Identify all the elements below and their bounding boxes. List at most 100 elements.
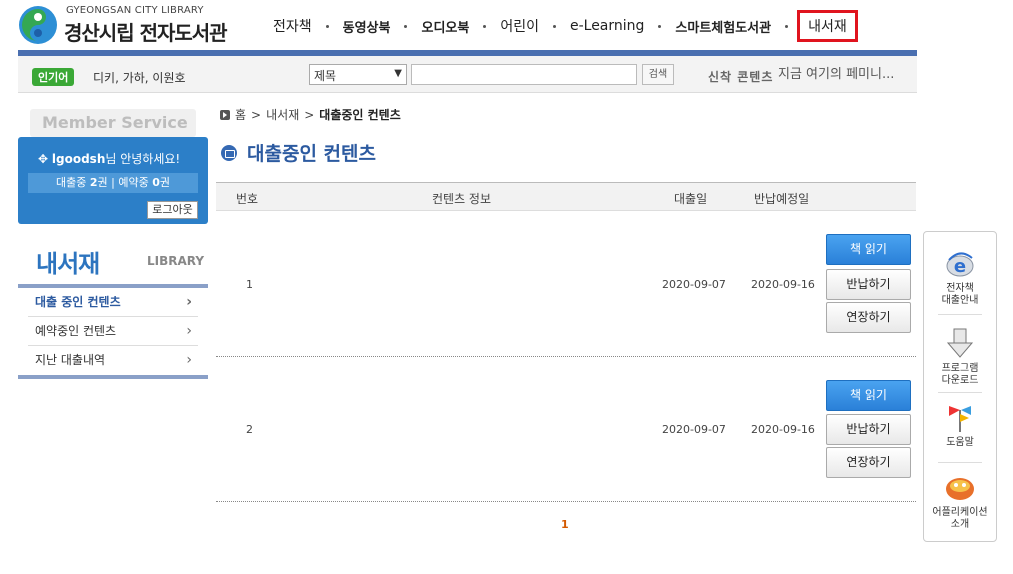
user-id: lgoodsh <box>51 152 106 166</box>
menu-label: 예약중인 컨텐츠 <box>35 324 117 338</box>
menu-label: 지난 대출내역 <box>35 353 106 367</box>
extend-button[interactable]: 연장하기 <box>826 447 911 478</box>
read-book-button[interactable]: 책 읽기 <box>826 380 911 411</box>
quick-program-download[interactable]: 프로그램 다운로드 <box>924 326 996 387</box>
nav-separator <box>483 24 487 28</box>
nav-video-book[interactable]: 동영상북 <box>332 17 402 36</box>
quick-divider <box>938 314 982 315</box>
book-icon <box>221 144 237 161</box>
library-subtitle: LIBRARY <box>147 254 205 268</box>
help-icon <box>949 406 971 432</box>
quick-label: 소개 <box>950 519 970 530</box>
row-loan-date: 2020-09-07 <box>662 423 726 436</box>
menu-loan-history[interactable]: 지난 대출내역 › <box>28 346 198 375</box>
read-book-button[interactable]: 책 읽기 <box>826 234 911 265</box>
member-service-title: Member Service <box>42 113 188 132</box>
row-due-date: 2020-09-16 <box>751 423 815 436</box>
search-type-value: 제목 <box>314 69 337 83</box>
loan-unit: 권 <box>97 176 108 189</box>
nav-audio-book[interactable]: 오디오북 <box>410 17 480 36</box>
breadcrumb-separator: > <box>304 107 315 122</box>
page-title-text: 대출중인 컨텐츠 <box>247 143 376 165</box>
table-header: 번호 컨텐츠 정보 대출일 반납예정일 <box>216 182 916 211</box>
greeting-text: 님 안녕하세요! <box>105 152 181 166</box>
download-icon <box>946 328 974 358</box>
reserve-label: 예약중 <box>118 176 149 189</box>
main-nav: 전자책 동영상북 오디오북 어린이 e-Learning 스마트체험도서관 내서… <box>262 8 858 44</box>
col-content-info: 컨텐츠 정보 <box>432 192 492 206</box>
breadcrumb-current: 대출중인 컨텐츠 <box>319 108 401 122</box>
search-type-select[interactable]: 제목 ▼ <box>309 64 407 85</box>
quick-label: 어플리케이션 <box>932 507 988 518</box>
user-icon: ✥ <box>38 152 49 166</box>
nav-kids[interactable]: 어린이 <box>489 16 550 36</box>
ebook-guide-icon: e <box>946 252 974 277</box>
logo-korean: 경산시립 전자도서관 <box>64 21 228 45</box>
popular-keywords[interactable]: 디키, 가하, 이원호 <box>93 69 186 86</box>
breadcrumb: 홈 > 내서재 > 대출중인 컨텐츠 <box>220 106 401 123</box>
logout-button[interactable]: 로그아웃 <box>147 201 198 219</box>
menu-current-loans[interactable]: 대출 중인 컨텐츠 › <box>28 288 198 317</box>
quick-divider <box>938 462 982 463</box>
search-input[interactable] <box>411 64 637 85</box>
new-arrival-title[interactable]: 지금 여기의 페미니... <box>778 63 894 82</box>
nav-elearning[interactable]: e-Learning <box>559 18 655 34</box>
library-menu: 대출 중인 컨텐츠 › 예약중인 컨텐츠 › 지난 대출내역 › <box>18 284 208 379</box>
nav-my-library[interactable]: 내서재 <box>797 10 858 42</box>
nav-ebook[interactable]: 전자책 <box>262 16 323 36</box>
chevron-right-icon: › <box>186 352 192 368</box>
quick-label: 프로그램 <box>941 363 979 374</box>
popular-badge: 인기어 <box>32 68 75 86</box>
quick-label: 전자책 <box>946 283 974 294</box>
search-button[interactable]: 검색 <box>642 64 674 85</box>
app-icon <box>946 478 974 500</box>
library-title: 내서재 <box>36 250 100 278</box>
new-arrivals-label: 신착 콘텐츠 <box>708 70 774 84</box>
chevron-right-icon: › <box>186 323 192 339</box>
page-title: 대출중인 컨텐츠 <box>221 139 376 166</box>
quick-help[interactable]: 도움말 <box>924 400 996 449</box>
quick-divider <box>938 392 982 393</box>
col-due-date: 반납예정일 <box>754 192 810 206</box>
row-number: 1 <box>246 278 253 291</box>
chevron-right-icon: › <box>186 294 192 310</box>
nav-smart-library[interactable]: 스마트체험도서관 <box>664 17 782 36</box>
reserve-count: 0 <box>152 176 160 189</box>
pagination-page[interactable]: 1 <box>561 518 569 531</box>
nav-separator <box>404 24 408 28</box>
breadcrumb-home[interactable]: 홈 <box>235 106 246 123</box>
nav-separator <box>785 24 789 28</box>
nav-separator <box>325 24 329 28</box>
row-loan-date: 2020-09-07 <box>662 278 726 291</box>
svg-text:e: e <box>954 256 966 277</box>
stat-divider: | <box>111 176 115 189</box>
breadcrumb-separator: > <box>251 107 262 122</box>
col-loan-date: 대출일 <box>674 192 708 206</box>
loan-status: 대출중 2권 | 예약중 0권 <box>28 173 198 193</box>
member-panel: ✥ lgoodsh님 안녕하세요! 대출중 2권 | 예약중 0권 로그아웃 <box>18 137 208 224</box>
nav-separator <box>658 24 662 28</box>
loan-label: 대출중 <box>55 176 87 189</box>
search-bar: 인기어 디키, 가하, 이원호 제목 ▼ 검색 신착 콘텐츠 지금 여기의 페미… <box>18 56 917 93</box>
quick-label: 다운로드 <box>941 375 979 386</box>
quick-ebook-guide[interactable]: e 전자책 대출안내 <box>924 246 996 307</box>
chevron-down-icon: ▼ <box>394 68 402 79</box>
table-row: 1 2020-09-07 2020-09-16 책 읽기 반납하기 연장하기 <box>216 217 916 357</box>
quick-menu: e 전자책 대출안내 프로그램 다운로드 도움말 어플리케이션 소개 <box>923 231 997 542</box>
menu-label: 대출 중인 컨텐츠 <box>35 295 121 309</box>
breadcrumb-arrow-icon <box>220 109 230 120</box>
return-button[interactable]: 반납하기 <box>826 414 911 445</box>
logo-mark-icon <box>19 6 57 44</box>
site-logo[interactable]: GYEONGSAN CITY LIBRARY 경산시립 전자도서관 <box>18 4 233 46</box>
table-row: 2 2020-09-07 2020-09-16 책 읽기 반납하기 연장하기 <box>216 362 916 502</box>
breadcrumb-my-library[interactable]: 내서재 <box>266 106 299 123</box>
return-button[interactable]: 반납하기 <box>826 269 911 300</box>
col-number: 번호 <box>236 192 259 206</box>
member-service-header: Member Service <box>30 109 196 137</box>
loan-count: 2 <box>89 176 98 189</box>
extend-button[interactable]: 연장하기 <box>826 302 911 333</box>
quick-label: 대출안내 <box>941 295 979 306</box>
quick-app-intro[interactable]: 어플리케이션 소개 <box>924 470 996 531</box>
row-number: 2 <box>246 423 253 436</box>
menu-reservations[interactable]: 예약중인 컨텐츠 › <box>28 317 198 346</box>
